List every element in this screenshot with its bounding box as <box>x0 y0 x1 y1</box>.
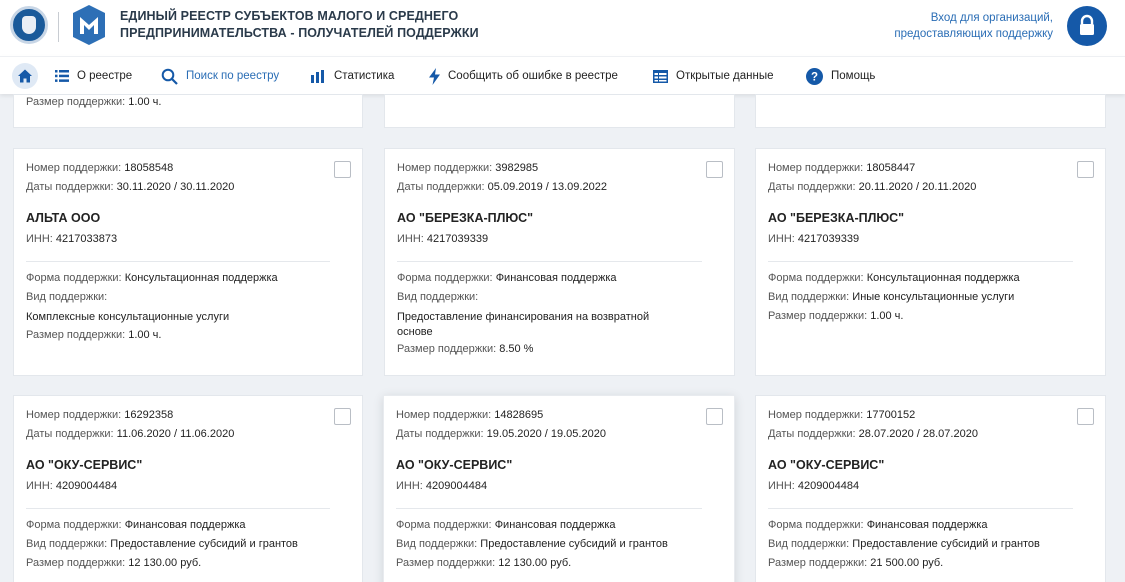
list-icon <box>55 70 69 82</box>
support-dates: Даты поддержки: 28.07.2020 / 28.07.2020 <box>768 428 978 440</box>
select-checkbox[interactable] <box>1077 408 1094 425</box>
support-form: Форма поддержки: Финансовая поддержка <box>26 519 246 531</box>
select-checkbox[interactable] <box>706 408 723 425</box>
support-size: Размер поддержки: 12 130.00 руб. <box>26 557 202 569</box>
support-size: Размер поддержки: 21 500.00 руб. <box>768 557 944 569</box>
company-inn: ИНН: 4209004484 <box>26 480 118 492</box>
card-divider <box>397 261 702 262</box>
nav-about[interactable]: О реестре <box>55 67 132 85</box>
search-icon <box>161 68 178 85</box>
support-kind: Вид поддержки: Предоставление субсидий и… <box>396 538 668 550</box>
lightning-icon <box>429 67 440 85</box>
support-size: Размер поддержки: 1.00 ч. <box>768 310 904 322</box>
card-divider <box>26 261 330 262</box>
support-kind: Вид поддержки: Предоставление субсидий и… <box>768 538 1040 550</box>
header-divider <box>58 12 59 42</box>
result-card-partial[interactable]: Размер поддержки: 1.00 ч. <box>13 94 363 128</box>
company-name[interactable]: АО "БЕРЕЗКА-ПЛЮС" <box>768 211 904 225</box>
company-inn: ИНН: 4217033873 <box>26 233 118 245</box>
support-number: Номер поддержки: 18058548 <box>26 162 174 174</box>
nav-statistics[interactable]: Статистика <box>311 67 394 85</box>
result-card[interactable]: Номер поддержки: 16292358 Даты поддержки… <box>13 395 363 582</box>
support-number: Номер поддержки: 3982985 <box>397 162 539 174</box>
help-icon: ? <box>806 67 823 85</box>
support-form: Форма поддержки: Финансовая поддержка <box>397 272 617 284</box>
support-number: Номер поддержки: 14828695 <box>396 409 544 421</box>
company-inn: ИНН: 4217039339 <box>768 233 860 245</box>
table-icon <box>653 69 668 83</box>
support-number: Номер поддержки: 16292358 <box>26 409 174 421</box>
home-icon <box>18 69 32 83</box>
company-inn: ИНН: 4217039339 <box>397 233 489 245</box>
result-card[interactable]: Номер поддержки: 17700152 Даты поддержки… <box>755 395 1106 582</box>
support-number: Номер поддержки: 17700152 <box>768 409 916 421</box>
result-card[interactable]: Номер поддержки: 18058548 Даты поддержки… <box>13 148 363 376</box>
support-kind-label: Вид поддержки: <box>397 291 479 303</box>
support-dates: Даты поддержки: 19.05.2020 / 19.05.2020 <box>396 428 606 440</box>
select-checkbox[interactable] <box>334 161 351 178</box>
support-dates: Даты поддержки: 05.09.2019 / 13.09.2022 <box>397 181 607 193</box>
support-kind: Вид поддержки: Предоставление субсидий и… <box>26 538 298 550</box>
result-card[interactable]: Номер поддержки: 18058447 Даты поддержки… <box>755 148 1106 376</box>
support-dates: Даты поддержки: 20.11.2020 / 20.11.2020 <box>768 181 977 193</box>
support-size: Размер поддержки: 8.50 % <box>397 343 534 355</box>
nav-report-error[interactable]: Сообщить об ошибке в реестре <box>429 67 618 85</box>
select-checkbox[interactable] <box>1077 161 1094 178</box>
support-dates: Даты поддержки: 11.06.2020 / 11.06.2020 <box>26 428 235 440</box>
result-card-partial[interactable] <box>755 94 1106 128</box>
company-name[interactable]: АЛЬТА ООО <box>26 211 100 225</box>
support-form: Форма поддержки: Консультационная поддер… <box>768 272 1020 284</box>
card-divider <box>26 508 330 509</box>
nav-open-data[interactable]: Открытые данные <box>653 67 774 85</box>
company-inn: ИНН: 4209004484 <box>396 480 488 492</box>
support-dates: Даты поддержки: 30.11.2020 / 30.11.2020 <box>26 181 235 193</box>
org-login-link[interactable]: Вход для организаций, предоставляющих по… <box>894 10 1053 42</box>
site-header: ЕДИНЫЙ РЕЕСТР СУБЪЕКТОВ МАЛОГО И СРЕДНЕГ… <box>0 0 1125 56</box>
company-inn: ИНН: 4209004484 <box>768 480 860 492</box>
company-name[interactable]: АО "ОКУ-СЕРВИС" <box>768 458 884 472</box>
select-checkbox[interactable] <box>706 161 723 178</box>
company-name[interactable]: АО "ОКУ-СЕРВИС" <box>26 458 142 472</box>
nav-search[interactable]: Поиск по реестру <box>161 67 279 85</box>
support-kind-value: Предоставление финансирования на возврат… <box>397 311 650 338</box>
support-form: Форма поддержки: Консультационная поддер… <box>26 272 278 284</box>
registry-title[interactable]: ЕДИНЫЙ РЕЕСТР СУБЪЕКТОВ МАЛОГО И СРЕДНЕГ… <box>120 8 479 42</box>
select-checkbox[interactable] <box>334 408 351 425</box>
card-divider <box>768 508 1073 509</box>
msp-logo-icon[interactable] <box>72 4 106 46</box>
nav-help[interactable]: ? Помощь <box>806 67 875 85</box>
support-form: Форма поддержки: Финансовая поддержка <box>768 519 988 531</box>
support-kind: Вид поддержки: Иные консультационные усл… <box>768 291 1015 303</box>
fns-emblem-icon[interactable] <box>10 6 48 44</box>
support-size: Размер поддержки: 12 130.00 руб. <box>396 557 572 569</box>
support-kind-label: Вид поддержки: <box>26 291 108 303</box>
card-divider <box>396 508 702 509</box>
bar-chart-icon <box>311 69 324 83</box>
card-divider <box>768 261 1073 262</box>
support-size: Размер поддержки: 1.00 ч. <box>26 329 162 341</box>
company-name[interactable]: АО "БЕРЕЗКА-ПЛЮС" <box>397 211 533 225</box>
support-size: Размер поддержки: 1.00 ч. <box>26 96 162 108</box>
support-form: Форма поддержки: Финансовая поддержка <box>396 519 616 531</box>
result-card[interactable]: Номер поддержки: 14828695 Даты поддержки… <box>383 395 735 582</box>
support-kind-value: Комплексные консультационные услуги <box>26 311 230 323</box>
lock-icon <box>1080 14 1094 35</box>
result-card[interactable]: Номер поддержки: 3982985 Даты поддержки:… <box>384 148 735 376</box>
svg-text:?: ? <box>811 71 818 83</box>
main-nav: О реестре Поиск по реестру Статистика Со… <box>0 56 1125 94</box>
login-button[interactable] <box>1067 6 1107 46</box>
support-number: Номер поддержки: 18058447 <box>768 162 916 174</box>
result-card-partial[interactable] <box>384 94 735 128</box>
home-button[interactable] <box>12 63 38 89</box>
company-name[interactable]: АО "ОКУ-СЕРВИС" <box>396 458 512 472</box>
